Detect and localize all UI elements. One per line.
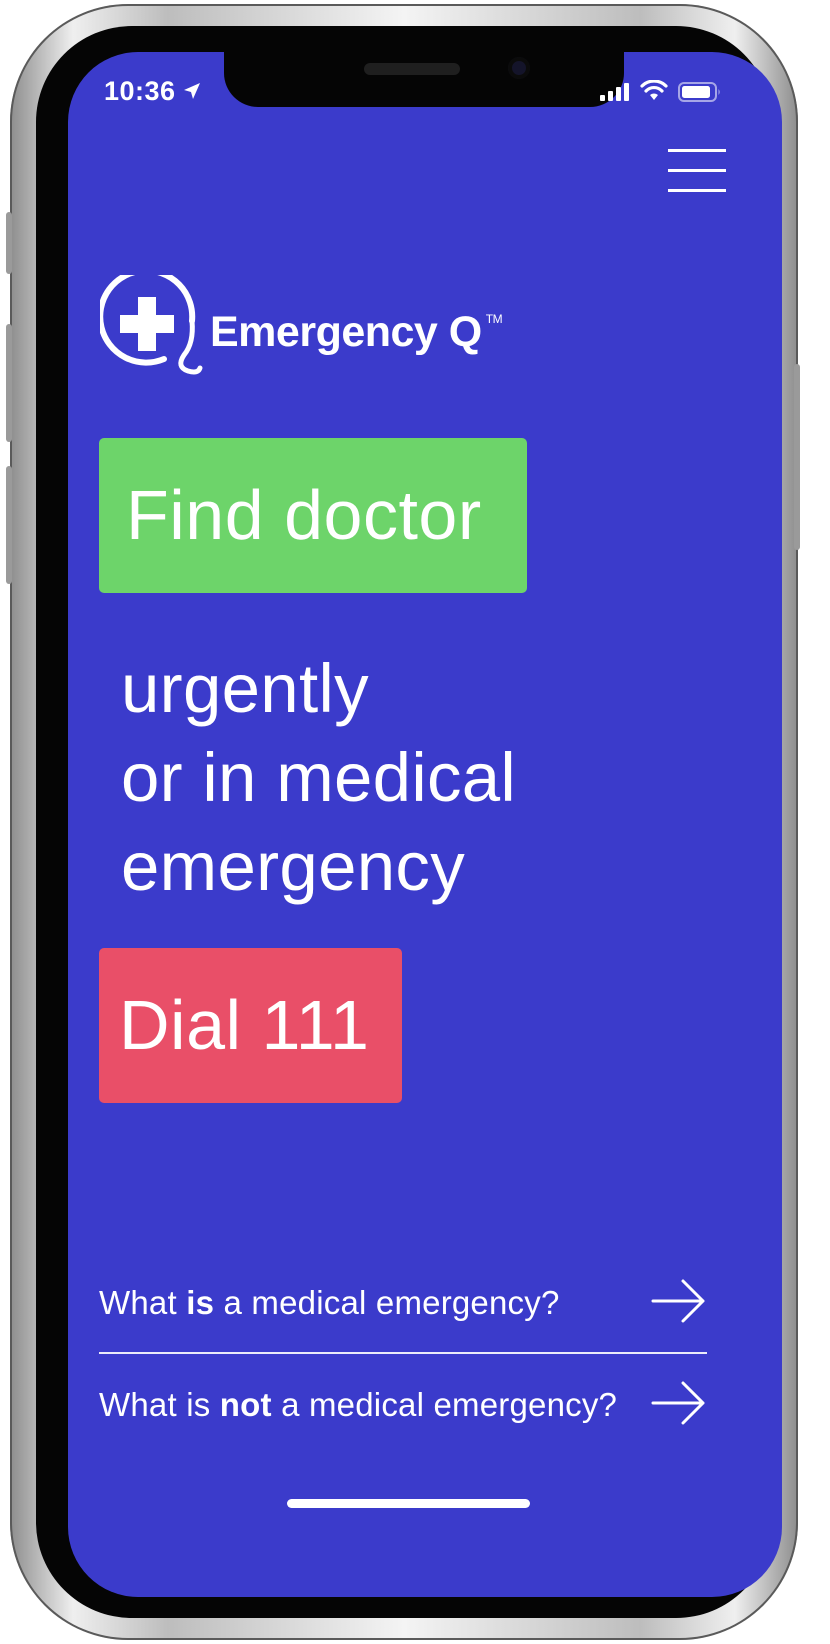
wifi-icon — [640, 80, 668, 100]
signal-icon — [600, 83, 629, 101]
silent-switch — [6, 212, 12, 274]
volume-down-button — [6, 466, 12, 584]
tagline-line: urgently — [121, 650, 369, 727]
arrow-right-icon — [651, 1381, 705, 1425]
tagline-line: emergency — [121, 828, 466, 905]
arrow-right-icon — [651, 1279, 705, 1323]
front-camera — [508, 57, 530, 79]
faq-what-is-emergency-link[interactable]: What is a medical emergency? — [99, 1254, 707, 1354]
faq-what-is-not-emergency-link[interactable]: What is not a medical emergency? — [99, 1356, 707, 1456]
hamburger-menu-icon[interactable] — [668, 149, 726, 193]
home-indicator[interactable] — [287, 1499, 530, 1508]
speaker-grille — [364, 63, 460, 75]
faq-question: What is a medical emergency? — [99, 1284, 560, 1321]
notch — [224, 52, 624, 107]
location-arrow-icon — [184, 83, 200, 99]
status-time: 10:36 — [104, 76, 176, 106]
dial-111-button[interactable]: Dial 111 — [99, 948, 402, 1103]
app-screen: 10:36 Emergency Q TM Find doctor urgentl… — [68, 52, 782, 1597]
divider — [99, 1352, 707, 1354]
trademark: TM — [485, 312, 503, 326]
brand-name: Emergency Q TM — [210, 308, 503, 356]
battery-icon — [678, 82, 720, 102]
faq-question: What is not a medical emergency? — [99, 1386, 618, 1423]
tagline: urgently or in medical emergency — [121, 644, 516, 911]
power-button — [794, 364, 800, 550]
tagline-line: or in medical — [121, 739, 517, 816]
find-doctor-button[interactable]: Find doctor — [99, 438, 527, 593]
phone-frame: 10:36 Emergency Q TM Find doctor urgentl… — [6, 4, 800, 1640]
volume-up-button — [6, 324, 12, 442]
